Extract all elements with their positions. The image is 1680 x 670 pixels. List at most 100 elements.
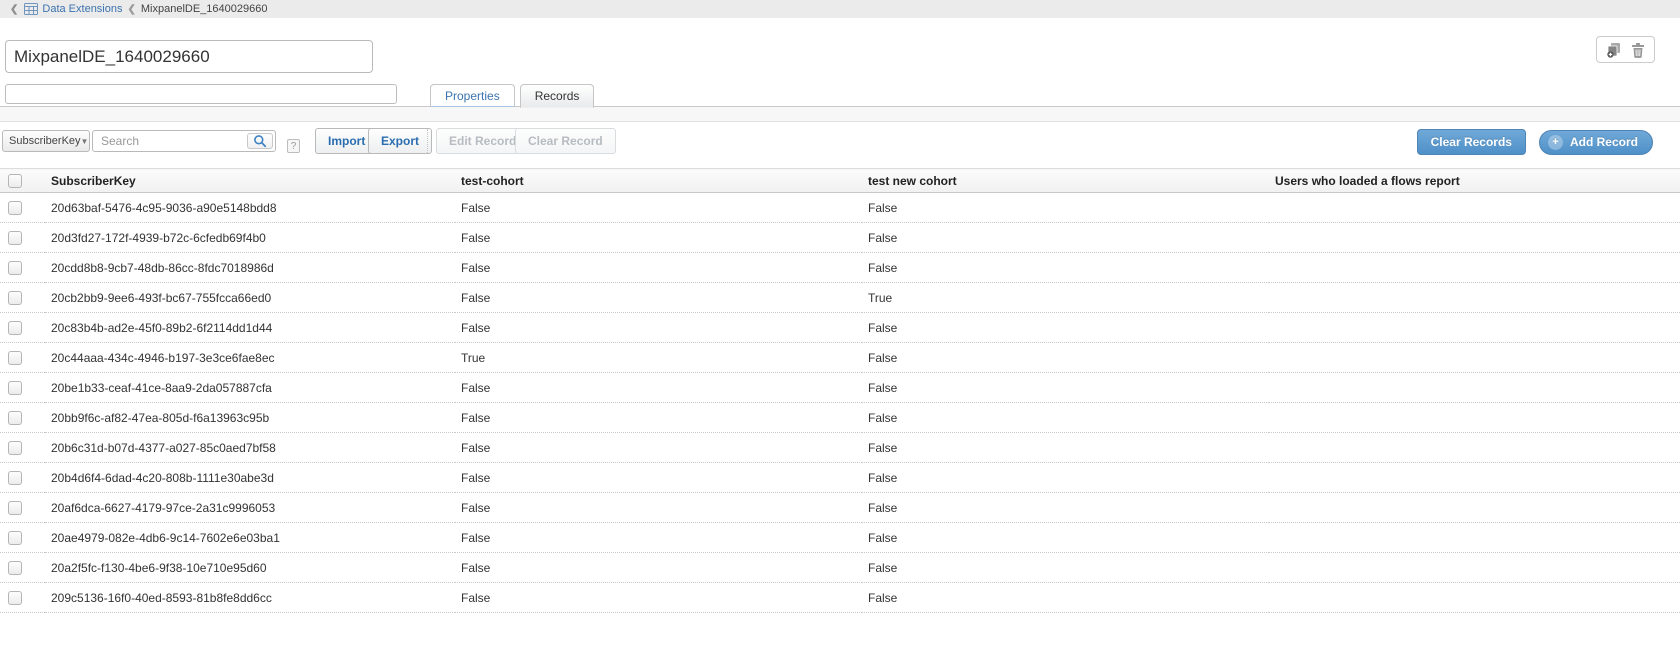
add-record-button[interactable]: + Add Record (1539, 130, 1653, 155)
cell-test-cohort: False (455, 283, 862, 313)
row-checkbox[interactable] (8, 201, 22, 215)
breadcrumb-separator-icon: ❮ (128, 4, 136, 15)
cell-test-new-cohort: False (862, 493, 1269, 523)
cell-flows-report (1269, 553, 1680, 583)
plus-icon: + (1548, 135, 1563, 150)
tab-band (0, 107, 1680, 122)
cell-test-cohort: False (455, 433, 862, 463)
tab-bar: Properties Records (430, 84, 594, 107)
cell-test-new-cohort: True (862, 283, 1269, 313)
search-field-dropdown[interactable]: SubscriberKey ▼ (2, 130, 90, 152)
toolbar-right-group: Clear Records + Add Record (1417, 129, 1653, 155)
cell-subscriber-key: 20d63baf-5476-4c95-9036-a90e5148bdd8 (45, 193, 455, 223)
table-row[interactable]: 20be1b33-ceaf-41ce-8aa9-2da057887cfa Fal… (0, 373, 1680, 403)
table-row[interactable]: 20cb2bb9-9ee6-493f-bc67-755fcca66ed0 Fal… (0, 283, 1680, 313)
cell-test-new-cohort: False (862, 553, 1269, 583)
breadcrumb-current: MixpanelDE_1640029660 (141, 3, 268, 15)
table-row[interactable]: 209c5136-16f0-40ed-8593-81b8fe8dd6cc Fal… (0, 583, 1680, 613)
cell-flows-report (1269, 523, 1680, 553)
row-checkbox[interactable] (8, 261, 22, 275)
row-checkbox[interactable] (8, 471, 22, 485)
column-header-test-cohort[interactable]: test-cohort (455, 169, 862, 193)
cell-flows-report (1269, 223, 1680, 253)
search-button[interactable] (247, 133, 273, 149)
cell-flows-report (1269, 193, 1680, 223)
table-row[interactable]: 20cdd8b8-9cb7-48db-86cc-8fdc7018986d Fal… (0, 253, 1680, 283)
cell-test-new-cohort: False (862, 223, 1269, 253)
help-icon[interactable]: ? (287, 139, 300, 153)
cell-test-new-cohort: False (862, 373, 1269, 403)
row-checkbox[interactable] (8, 291, 22, 305)
cell-flows-report (1269, 373, 1680, 403)
trash-icon[interactable] (1631, 42, 1645, 58)
cell-test-cohort: False (455, 493, 862, 523)
table-row[interactable]: 20af6dca-6627-4179-97ce-2a31c9996053 Fal… (0, 493, 1680, 523)
tab-records[interactable]: Records (520, 84, 595, 108)
cell-flows-report (1269, 313, 1680, 343)
select-all-checkbox[interactable] (8, 174, 22, 188)
row-checkbox[interactable] (8, 381, 22, 395)
table-header-row: SubscriberKey test-cohort test new cohor… (0, 169, 1680, 193)
cell-flows-report (1269, 403, 1680, 433)
table-row[interactable]: 20d3fd27-172f-4939-b72c-6cfedb69f4b0 Fal… (0, 223, 1680, 253)
record-actions-box (1596, 36, 1655, 63)
cell-subscriber-key: 20a2f5fc-f130-4be6-9f38-10e710e95d60 (45, 553, 455, 583)
row-checkbox[interactable] (8, 441, 22, 455)
row-checkbox[interactable] (8, 231, 22, 245)
cell-subscriber-key: 20c44aaa-434c-4946-b197-3e3ce6fae8ec (45, 343, 455, 373)
row-checkbox[interactable] (8, 591, 22, 605)
add-record-label: Add Record (1570, 135, 1638, 149)
cell-test-cohort: False (455, 553, 862, 583)
de-name-input[interactable] (5, 40, 373, 73)
cell-flows-report (1269, 283, 1680, 313)
export-button[interactable]: Export (368, 128, 432, 154)
cell-test-cohort: False (455, 253, 862, 283)
cell-test-new-cohort: False (862, 193, 1269, 223)
row-checkbox[interactable] (8, 561, 22, 575)
search-box (92, 130, 276, 152)
cell-test-cohort: False (455, 313, 862, 343)
cell-flows-report (1269, 253, 1680, 283)
column-header-subscriber-key[interactable]: SubscriberKey (45, 169, 455, 193)
back-chevron-icon[interactable]: ❮ (10, 4, 18, 15)
cell-subscriber-key: 20cdd8b8-9cb7-48db-86cc-8fdc7018986d (45, 253, 455, 283)
row-checkbox[interactable] (8, 411, 22, 425)
column-header-test-new-cohort[interactable]: test new cohort (862, 169, 1269, 193)
table-row[interactable]: 20b6c31d-b07d-4377-a027-85c0aed7bf58 Fal… (0, 433, 1680, 463)
cell-test-cohort: True (455, 343, 862, 373)
clear-records-button[interactable]: Clear Records (1417, 129, 1526, 155)
table-row[interactable]: 20bb9f6c-af82-47ea-805d-f6a13963c95b Fal… (0, 403, 1680, 433)
cell-test-cohort: False (455, 403, 862, 433)
cell-subscriber-key: 20be1b33-ceaf-41ce-8aa9-2da057887cfa (45, 373, 455, 403)
cell-test-new-cohort: False (862, 433, 1269, 463)
row-checkbox[interactable] (8, 351, 22, 365)
table-row[interactable]: 20c83b4b-ad2e-45f0-89b2-6f2114dd1d44 Fal… (0, 313, 1680, 343)
table-row[interactable]: 20b4d6f4-6dad-4c20-808b-1111e30abe3d Fal… (0, 463, 1680, 493)
records-toolbar: SubscriberKey ▼ ? Import Export Edit Rec… (0, 128, 1680, 156)
table-row[interactable]: 20d63baf-5476-4c95-9036-a90e5148bdd8 Fal… (0, 193, 1680, 223)
row-checkbox[interactable] (8, 321, 22, 335)
search-field-value: SubscriberKey (9, 135, 81, 147)
table-row[interactable]: 20c44aaa-434c-4946-b197-3e3ce6fae8ec Tru… (0, 343, 1680, 373)
copy-icon[interactable] (1606, 42, 1622, 58)
column-header-flows-report[interactable]: Users who loaded a flows report (1269, 169, 1680, 193)
toolbar-divider (427, 129, 428, 153)
cell-flows-report (1269, 583, 1680, 613)
clear-record-button[interactable]: Clear Record (515, 128, 616, 154)
tab-properties[interactable]: Properties (430, 84, 515, 107)
row-checkbox[interactable] (8, 531, 22, 545)
cell-test-cohort: False (455, 523, 862, 553)
cell-test-new-cohort: False (862, 343, 1269, 373)
row-checkbox[interactable] (8, 501, 22, 515)
cell-subscriber-key: 20c83b4b-ad2e-45f0-89b2-6f2114dd1d44 (45, 313, 455, 343)
table-row[interactable]: 20ae4979-082e-4db6-9c14-7602e6e03ba1 Fal… (0, 523, 1680, 553)
cell-subscriber-key: 20b4d6f4-6dad-4c20-808b-1111e30abe3d (45, 463, 455, 493)
records-table: SubscriberKey test-cohort test new cohor… (0, 168, 1680, 613)
cell-test-new-cohort: False (862, 253, 1269, 283)
breadcrumb: ❮ Data Extensions ❮ MixpanelDE_164002966… (0, 0, 1680, 18)
cell-subscriber-key: 20d3fd27-172f-4939-b72c-6cfedb69f4b0 (45, 223, 455, 253)
table-row[interactable]: 20a2f5fc-f130-4be6-9f38-10e710e95d60 Fal… (0, 553, 1680, 583)
breadcrumb-link-data-extensions[interactable]: Data Extensions (42, 3, 122, 15)
cell-test-cohort: False (455, 193, 862, 223)
de-description-input[interactable] (5, 84, 397, 104)
